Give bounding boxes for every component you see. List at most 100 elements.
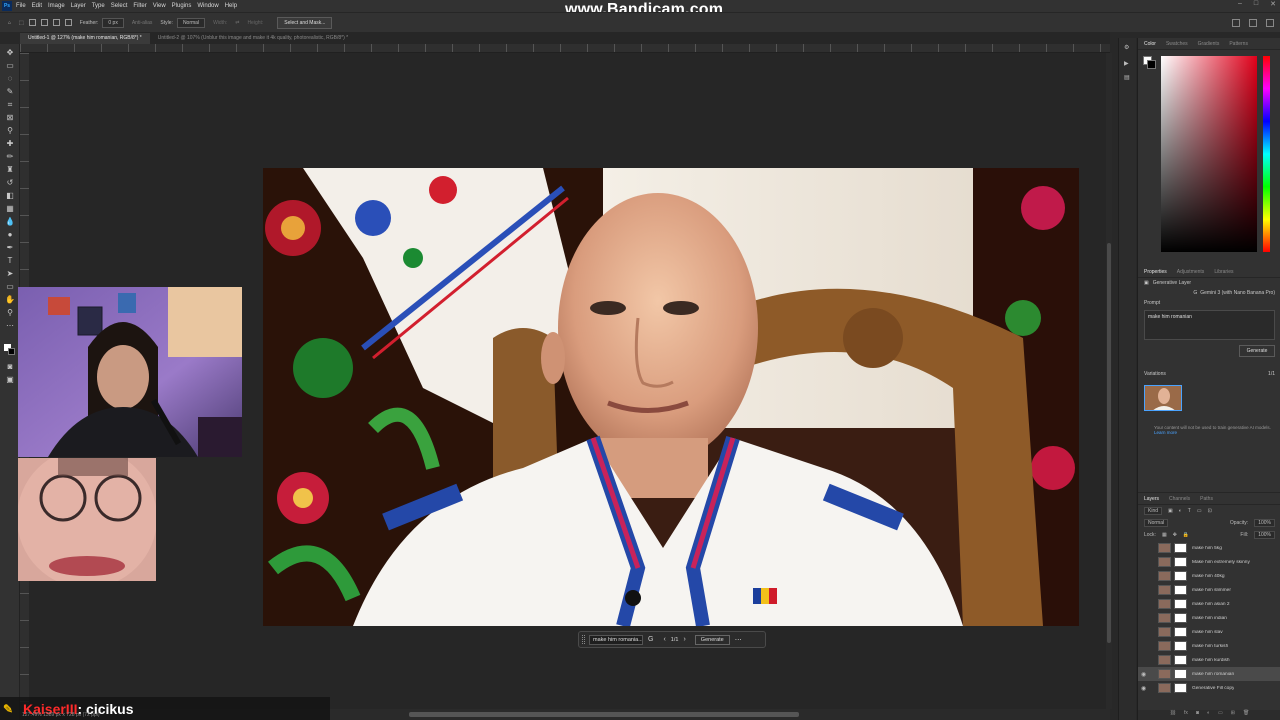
feather-input[interactable]: 0 px (102, 17, 124, 28)
brush-tool-icon[interactable]: ✏ (5, 152, 15, 162)
layer-row[interactable]: make him slav (1138, 625, 1280, 639)
horizontal-scroll-thumb[interactable] (409, 712, 799, 717)
layer-mask-thumbnail[interactable] (1174, 641, 1187, 651)
menu-help[interactable]: Help (225, 3, 237, 9)
layer-mask-thumbnail[interactable] (1174, 585, 1187, 595)
tab-channels[interactable]: Channels (1169, 496, 1190, 502)
tab-patterns[interactable]: Patterns (1229, 41, 1248, 47)
move-tool-icon[interactable]: ✥ (5, 48, 15, 58)
subtract-selection-icon[interactable] (52, 19, 60, 26)
context-generate-button[interactable]: Generate (694, 634, 730, 645)
menu-window[interactable]: Window (197, 3, 218, 9)
comment-icon[interactable]: ▤ (1124, 74, 1132, 81)
quick-mask-icon[interactable]: ◙ (5, 362, 15, 372)
layer-mask-thumbnail[interactable] (1174, 599, 1187, 609)
menu-file[interactable]: File (16, 3, 26, 9)
clone-stamp-icon[interactable]: ♜ (5, 165, 15, 175)
marquee-tool-icon[interactable]: ⬚ (19, 20, 24, 26)
blur-tool-icon[interactable]: 💧 (5, 217, 15, 227)
tab-properties[interactable]: Properties (1144, 269, 1167, 275)
menu-select[interactable]: Select (111, 3, 128, 9)
pen-tool-icon[interactable]: ✒ (5, 243, 15, 253)
panel-background-swatch[interactable] (1147, 60, 1156, 69)
layer-row[interactable]: make him indian (1138, 611, 1280, 625)
hand-tool-icon[interactable]: ✋ (5, 295, 15, 305)
color-field[interactable] (1161, 56, 1257, 252)
select-and-mask-button[interactable]: Select and Mask... (277, 16, 333, 29)
kind-filter-select[interactable]: Kind (1144, 507, 1163, 515)
history-icon[interactable]: ⚙ (1124, 44, 1132, 51)
menu-view[interactable]: View (153, 3, 166, 9)
hue-slider[interactable] (1263, 56, 1270, 252)
filter-type-icon[interactable]: T (1188, 508, 1191, 514)
fill-input[interactable]: 100% (1254, 531, 1275, 539)
menu-filter[interactable]: Filter (133, 3, 146, 9)
zoom-tool-icon[interactable]: ⚲ (5, 308, 15, 318)
vertical-scroll-thumb[interactable] (1107, 243, 1111, 643)
adjustment-layer-icon[interactable]: ◐ (1207, 710, 1210, 720)
share-icon[interactable] (1232, 18, 1240, 27)
tab-gradients[interactable]: Gradients (1198, 41, 1220, 47)
layer-row[interactable]: Make him extremely skinny (1138, 555, 1280, 569)
history-brush-icon[interactable]: ↺ (5, 178, 15, 188)
layer-name[interactable]: make him turkish (1192, 644, 1228, 649)
variations-label[interactable]: Variations (1144, 371, 1166, 377)
layer-mask-thumbnail[interactable] (1174, 571, 1187, 581)
new-layer-icon[interactable]: ⊞ (1231, 710, 1235, 720)
more-options-icon[interactable]: ⋯ (735, 636, 742, 644)
layer-name[interactable]: Generative Fill copy (1192, 686, 1234, 691)
tab-color[interactable]: Color (1144, 41, 1156, 47)
close-icon[interactable]: ✕ (1270, 0, 1276, 8)
prompt-textarea[interactable]: make him romanian (1144, 310, 1275, 340)
menu-image[interactable]: Image (48, 3, 65, 9)
tab-adjustments[interactable]: Adjustments (1177, 269, 1205, 275)
visibility-eye-icon[interactable]: ◉ (1141, 685, 1150, 692)
layer-row[interactable]: make him 40kg (1138, 569, 1280, 583)
layer-mask-thumbnail[interactable] (1174, 613, 1187, 623)
layer-mask-thumbnail[interactable] (1174, 627, 1187, 637)
layer-row[interactable]: ◉ make him romanian (1138, 667, 1280, 681)
delete-layer-icon[interactable]: 🗑 (1243, 710, 1249, 720)
crop-tool-icon[interactable]: ⌗ (5, 100, 15, 110)
layer-name[interactable]: make him romanian (1192, 672, 1234, 677)
learn-more-link[interactable]: Learn more (1154, 430, 1177, 435)
dodge-tool-icon[interactable]: ● (5, 230, 15, 240)
layer-name[interactable]: make him slimmer (1192, 588, 1231, 593)
layer-mask-thumbnail[interactable] (1174, 669, 1187, 679)
tab-swatches[interactable]: Swatches (1166, 41, 1188, 47)
menu-layer[interactable]: Layer (71, 3, 86, 9)
model-select[interactable]: Gemini 3 (with Nano Banana Pro) (1200, 290, 1275, 296)
filter-adjust-icon[interactable]: ◐ (1179, 508, 1182, 514)
frame-tool-icon[interactable]: ⊠ (5, 113, 15, 123)
context-prompt-input[interactable]: make him romania... (589, 634, 643, 645)
layer-name[interactable]: make him slav (1192, 630, 1223, 635)
tab-untitled-1[interactable]: Untitled-1 @ 127% (make him romanian, RG… (20, 33, 150, 44)
add-selection-icon[interactable] (40, 19, 48, 26)
style-select[interactable]: Normal (176, 17, 206, 28)
layer-mask-thumbnail[interactable] (1174, 543, 1187, 553)
layer-name[interactable]: make him 5kg (1192, 546, 1222, 551)
gradient-tool-icon[interactable]: ▦ (5, 204, 15, 214)
layer-row[interactable]: ◉ Generative Fill copy (1138, 681, 1280, 695)
layer-row[interactable]: make him asian 2 (1138, 597, 1280, 611)
layer-mask-thumbnail[interactable] (1174, 683, 1187, 693)
menu-plugins[interactable]: Plugins (172, 3, 192, 9)
model-g-icon[interactable]: G (648, 636, 653, 643)
layer-name[interactable]: make him kurdish (1192, 658, 1230, 663)
home-icon[interactable]: ⌂ (8, 20, 11, 26)
background-color-swatch[interactable] (8, 348, 15, 355)
visibility-eye-icon[interactable]: ◉ (1141, 671, 1150, 678)
add-mask-icon[interactable]: ◙ (1196, 710, 1199, 720)
screen-mode-icon[interactable]: ▣ (5, 375, 15, 385)
layer-style-icon[interactable]: fx (1184, 710, 1188, 720)
layer-row[interactable]: make him 5kg (1138, 541, 1280, 555)
layer-row[interactable]: make him kurdish (1138, 653, 1280, 667)
filter-pixel-icon[interactable]: ▣ (1168, 508, 1173, 514)
zoom-level[interactable]: 127.49% (22, 712, 42, 718)
tab-layers[interactable]: Layers (1144, 496, 1159, 502)
layer-name[interactable]: make him indian (1192, 616, 1227, 621)
variation-thumbnail[interactable] (1144, 385, 1182, 411)
eyedropper-tool-icon[interactable]: ⚲ (5, 126, 15, 136)
intersect-selection-icon[interactable] (64, 19, 72, 26)
new-selection-icon[interactable] (28, 19, 36, 26)
